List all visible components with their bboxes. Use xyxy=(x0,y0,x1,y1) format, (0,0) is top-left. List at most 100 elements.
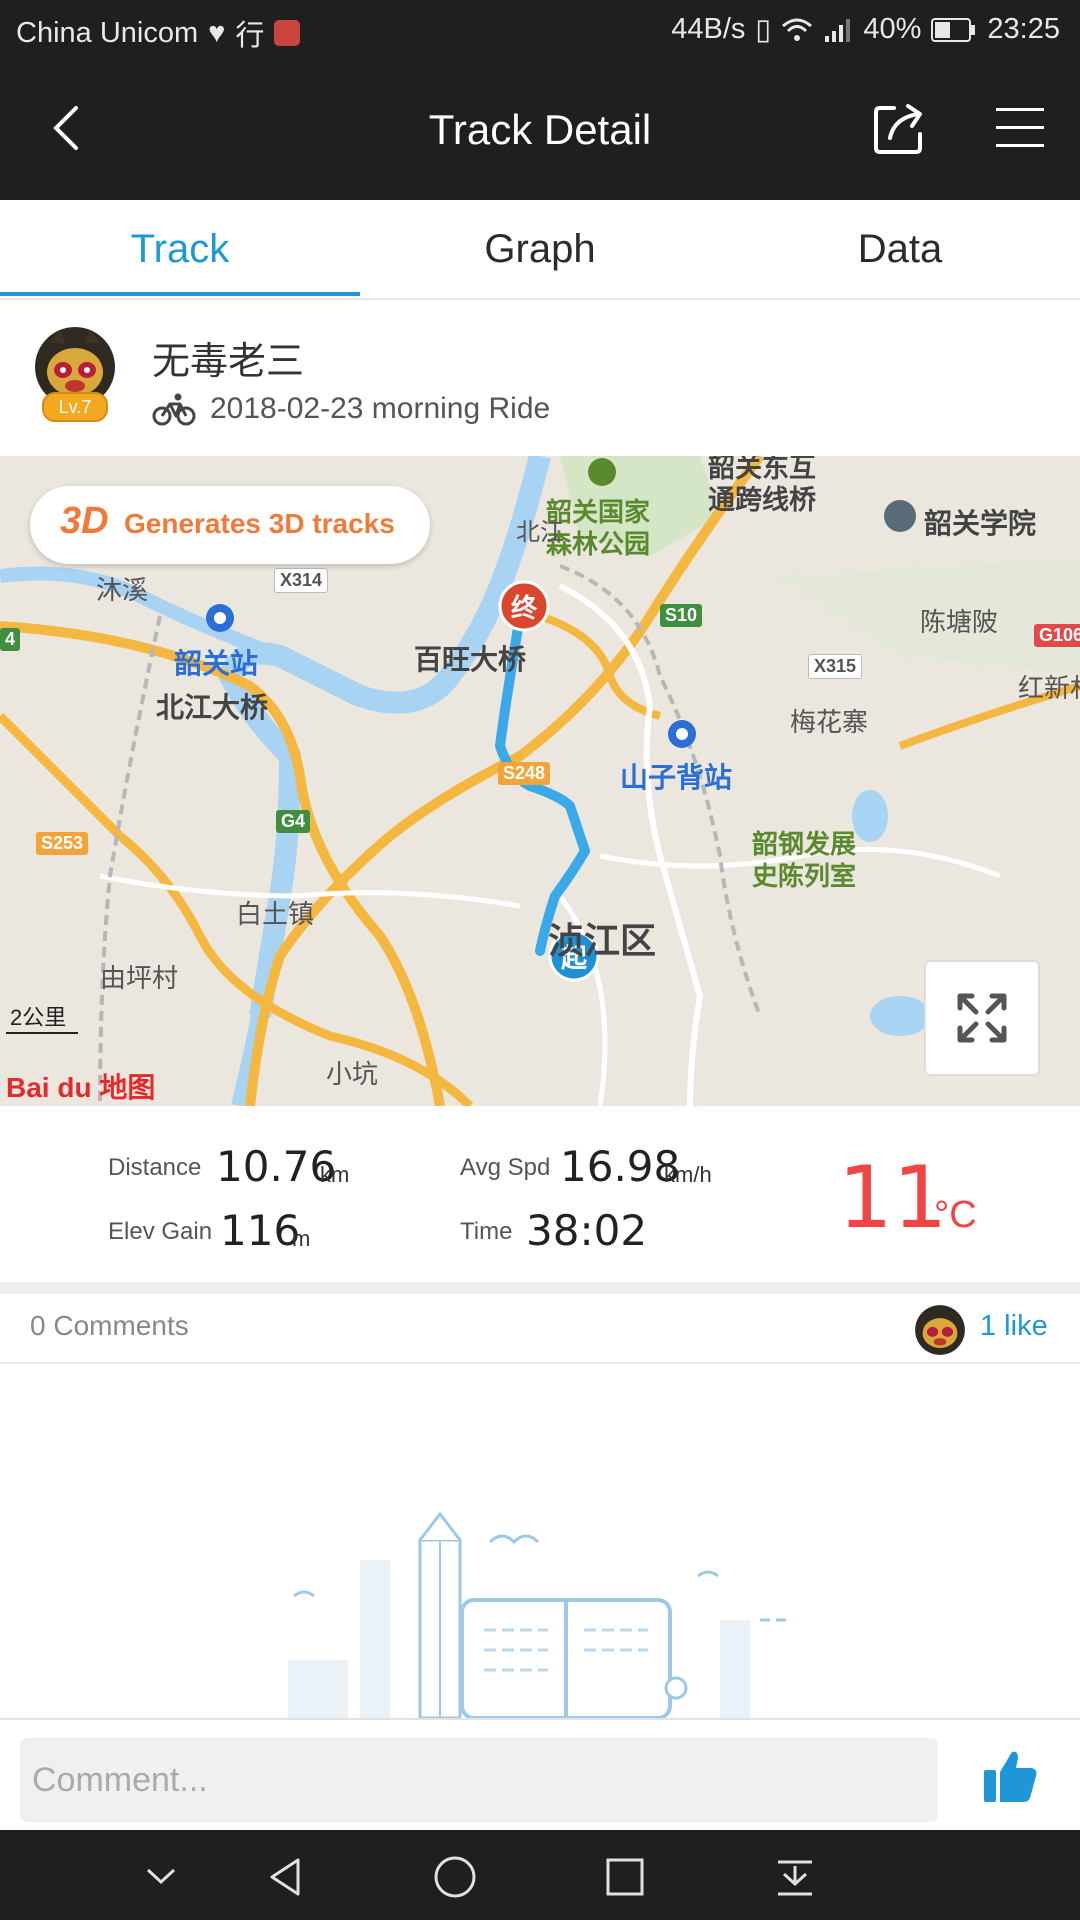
empty-comments-illustration xyxy=(280,1500,820,1720)
monkey-avatar-icon-small xyxy=(915,1305,965,1355)
map-label-beijiang-bridge: 北江大桥 xyxy=(156,692,269,723)
tab-bar: Track Graph Data xyxy=(0,200,1080,300)
map-label-baiwang-bridge: 百旺大桥 xyxy=(414,644,527,675)
share-icon xyxy=(874,104,922,154)
temperature-unit: °C xyxy=(934,1194,977,1236)
distance-unit: km xyxy=(320,1162,350,1187)
college-icon xyxy=(884,500,916,532)
map-label-beijiang-river: 北江 xyxy=(516,519,564,546)
station-pin-dot-2 xyxy=(676,728,688,740)
time-label: Time xyxy=(460,1218,513,1245)
carrier-name: China Unicom xyxy=(16,16,199,49)
map-label-overpass: 韶关东互 通跨线桥 xyxy=(708,456,816,515)
3d-logo-icon: 3D xyxy=(60,500,109,542)
map-label-hongxin: 红新村 xyxy=(1018,673,1080,703)
nav-notifications-button[interactable] xyxy=(770,1852,820,1902)
battery-percent: 40% xyxy=(863,13,922,45)
baidu-map-logo: Bai du 地图 xyxy=(6,1072,156,1103)
triangle-back-icon xyxy=(270,1858,300,1896)
distance-label: Distance xyxy=(108,1154,202,1181)
temperature-value: 11 xyxy=(838,1148,948,1248)
map-label-youpingcun: 由坪村 xyxy=(100,963,179,993)
pull-down-icon xyxy=(778,1860,812,1896)
tab-indicator xyxy=(0,292,360,296)
road-tag-g106: G106 xyxy=(1034,624,1080,647)
like-button[interactable] xyxy=(980,1746,1040,1806)
nav-hide-button[interactable] xyxy=(136,1852,186,1902)
map-scale-bar xyxy=(6,1028,78,1034)
square-recents-icon xyxy=(606,1858,644,1896)
network-speed: 44B/s xyxy=(671,13,746,45)
map-label-wujiang: 浈江区 xyxy=(548,920,657,961)
fullscreen-map-button[interactable] xyxy=(924,960,1040,1076)
section-divider xyxy=(0,1282,1080,1294)
comments-count: 0 Comments xyxy=(30,1310,189,1341)
road-tag-x315: X315 xyxy=(808,654,863,679)
username[interactable]: 无毒老三 xyxy=(152,330,304,385)
end-marker-label: 终 xyxy=(511,593,538,623)
ride-date-type: 2018-02-23 morning Ride xyxy=(210,392,551,425)
level-badge: Lv.7 xyxy=(42,392,108,422)
tab-graph[interactable]: Graph xyxy=(360,200,720,298)
nav-home-button[interactable] xyxy=(430,1852,480,1902)
generate-3d-label: Generates 3D tracks xyxy=(124,508,395,539)
map-label-shaogang: 韶钢发展 史陈列室 xyxy=(752,829,857,891)
track-map[interactable]: 终 起 韶关国家 森林公园 韶关东互 通跨线桥 韶关学院 沐溪 韶关站 北江大桥… xyxy=(0,456,1080,1106)
liker-avatar[interactable] xyxy=(912,1302,968,1358)
share-button[interactable] xyxy=(872,100,928,156)
elev-gain-unit: m xyxy=(292,1226,311,1251)
park-icon xyxy=(588,458,616,486)
signal-icon xyxy=(825,18,851,42)
nav-back-button[interactable] xyxy=(262,1852,312,1902)
system-nav-bar xyxy=(0,1830,1080,1920)
vibrate-icon: ▯ xyxy=(755,14,772,46)
map-label-xiaokeng: 小坑 xyxy=(326,1059,379,1089)
bicycle-icon xyxy=(152,392,196,426)
avg-speed-unit: km/h xyxy=(664,1162,712,1187)
heart-rate-icon: ♥ xyxy=(208,16,226,49)
app-bar: Track Detail xyxy=(0,62,1080,200)
road-tag-s10: S10 xyxy=(660,604,703,627)
nav-recents-button[interactable] xyxy=(600,1852,650,1902)
map-label-chentangpo: 陈塘陂 xyxy=(920,607,999,637)
travel-icon: 行 xyxy=(235,20,265,52)
road-tag-s253: S253 xyxy=(36,832,89,855)
comments-summary: 0 Comments 1 like xyxy=(0,1294,1080,1364)
road-tag-s248: S248 xyxy=(498,762,551,785)
status-bar: China Unicom ♥ 行 44B/s ▯ 40% 23:25 xyxy=(0,0,1080,62)
comment-bar xyxy=(0,1718,1080,1832)
battery-icon xyxy=(931,17,976,42)
tab-data[interactable]: Data xyxy=(720,200,1080,298)
menu-button[interactable] xyxy=(990,102,1050,154)
clock: 23:25 xyxy=(987,13,1060,45)
map-label-baituzhen: 白土镇 xyxy=(236,899,315,929)
time-value: 38:02 xyxy=(526,1206,648,1255)
road-tag-x314: X314 xyxy=(274,568,329,593)
city-book-illustration xyxy=(288,1511,790,1720)
hamburger-menu-icon xyxy=(996,108,1044,147)
map-label-college: 韶关学院 xyxy=(924,508,1037,539)
avg-speed-value: 16.98 xyxy=(560,1142,681,1191)
comment-input[interactable] xyxy=(20,1738,938,1822)
distance-value: 10.76 xyxy=(216,1142,337,1191)
thumbs-up-icon xyxy=(984,1751,1037,1802)
tab-track[interactable]: Track xyxy=(0,200,360,298)
map-label-shanzibei-station: 山子背站 xyxy=(620,762,733,793)
circle-home-icon xyxy=(434,1856,476,1898)
user-header: Lv.7 无毒老三 2018-02-23 morning Ride xyxy=(0,300,1080,456)
wifi-icon xyxy=(782,18,813,41)
elev-gain-value: 116 xyxy=(220,1206,301,1255)
road-tag-g4: G4 xyxy=(276,810,311,833)
station-pin-dot xyxy=(214,612,226,624)
generate-3d-tracks-button[interactable]: 3D Generates 3D tracks xyxy=(30,486,430,564)
expand-icon xyxy=(957,993,1007,1043)
weibo-icon xyxy=(274,20,301,46)
map-label-muxi: 沐溪 xyxy=(96,575,149,605)
ride-stats: Distance 10.76 km Avg Spd 16.98 km/h Ele… xyxy=(0,1106,1080,1282)
likes-count[interactable]: 1 like xyxy=(980,1310,1048,1343)
chevron-down-icon xyxy=(146,1868,176,1885)
road-tag-edge: 4 xyxy=(0,628,21,651)
map-label-shaoguan-station: 韶关站 xyxy=(174,648,259,679)
elev-gain-label: Elev Gain xyxy=(108,1218,213,1245)
avg-speed-label: Avg Spd xyxy=(460,1154,551,1181)
